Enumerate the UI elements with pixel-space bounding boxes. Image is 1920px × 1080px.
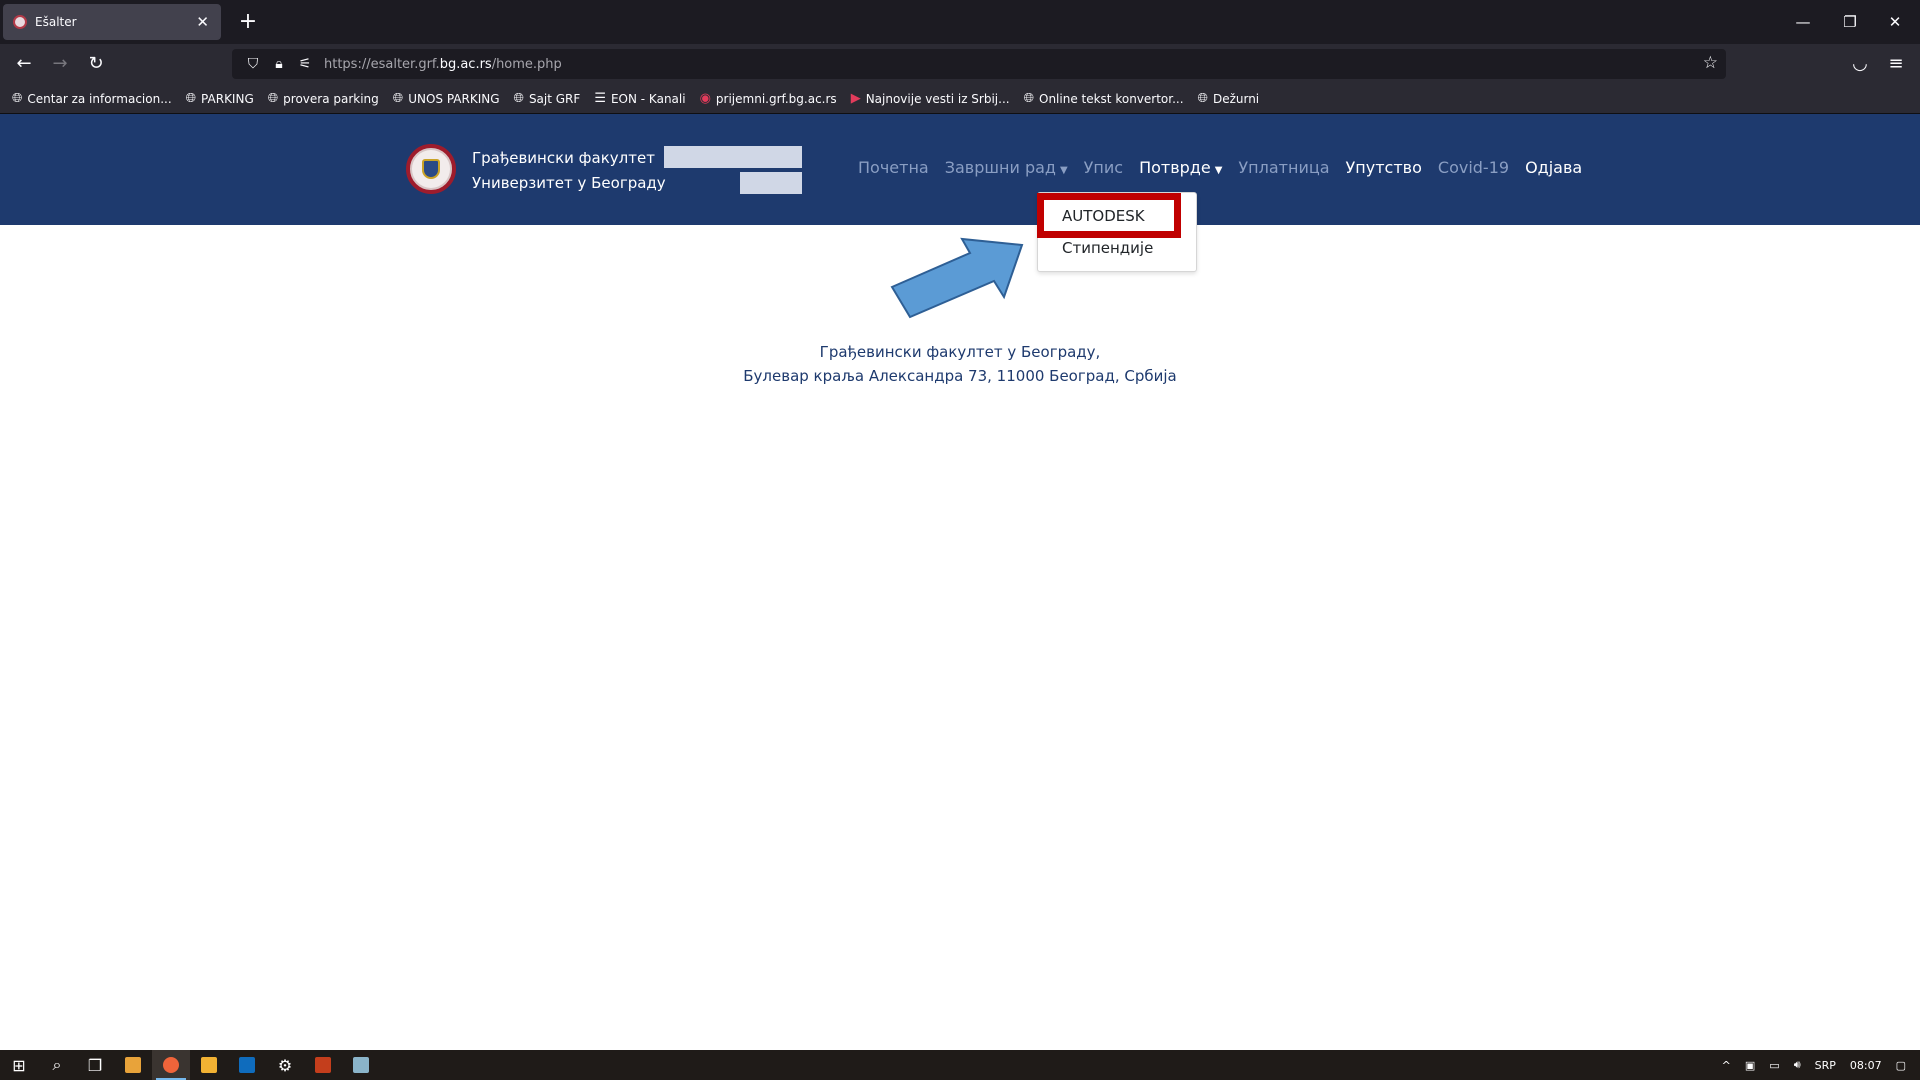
caret-down-icon: ▼: [1214, 165, 1223, 176]
menu-enrollment[interactable]: Упис: [1084, 158, 1123, 177]
firefox-icon[interactable]: [152, 1050, 190, 1080]
permissions-icon[interactable]: ⚟: [292, 56, 318, 72]
menu-payment-slip[interactable]: Уплатница: [1238, 158, 1329, 177]
globe-icon: 🌐︎: [185, 91, 197, 106]
menu-instructions[interactable]: Упутство: [1346, 158, 1422, 177]
bookmark-item[interactable]: 🌐︎ provera parking: [268, 91, 379, 106]
reload-icon[interactable]: ↻: [82, 50, 110, 78]
globe-icon: 🌐︎: [1197, 91, 1208, 106]
globe-icon: 🌐︎: [1023, 91, 1034, 106]
powerpoint-icon[interactable]: [304, 1050, 342, 1080]
faculty-favicon-icon: [13, 15, 27, 29]
window-close-icon[interactable]: ✕: [1880, 8, 1910, 36]
windows-taskbar: ⊞ ⌕ ❐ ⚙ ^ ▣ ▭ 🔊︎ SRP 08:07 ▢: [0, 1050, 1920, 1080]
forward-arrow-icon[interactable]: →: [46, 50, 74, 78]
address-line-2: Булевар краља Александра 73, 11000 Беогр…: [743, 367, 1177, 385]
menu-final-thesis[interactable]: Завршни рад ▼: [945, 158, 1068, 177]
redacted-user-id: [740, 172, 802, 194]
menu-certificates[interactable]: Потврде ▼: [1139, 158, 1222, 177]
bookmark-item[interactable]: 🌐︎ UNOS PARKING: [393, 91, 500, 106]
main-menu: Почетна Завршни рад ▼ Упис Потврде ▼ Уплат…: [858, 158, 1598, 177]
tab-title: Ešalter: [35, 15, 77, 29]
bookmark-item[interactable]: 🌐︎ Sajt GRF: [514, 91, 581, 106]
language-indicator[interactable]: SRP: [1815, 1059, 1836, 1072]
video-icon: ▶: [850, 91, 861, 106]
search-icon[interactable]: ⌕: [38, 1050, 76, 1080]
list-icon: ☰: [594, 91, 606, 106]
menu-covid[interactable]: Covid-19: [1438, 158, 1509, 177]
bookmark-item[interactable]: ▶ Najnovije vesti iz Srbij...: [851, 91, 1010, 106]
highlight-annotation-box: [1037, 193, 1181, 238]
restore-icon[interactable]: ❐: [1835, 8, 1865, 36]
faculty-address: Грађевински факултет у Београду, Булевар…: [0, 340, 1920, 388]
browser-tab[interactable]: Ešalter ✕: [3, 4, 221, 40]
media-player-icon[interactable]: [190, 1050, 228, 1080]
bookmark-item[interactable]: 🌐︎ PARKING: [186, 91, 254, 106]
globe-icon: 🌐︎: [513, 91, 524, 106]
outlook-tray-icon[interactable]: ▣: [1745, 1059, 1755, 1072]
bookmarks-toolbar: 🌐︎ Centar za informacion... 🌐︎ PARKING 🌐︎ p…: [0, 84, 1920, 114]
network-icon[interactable]: ▭: [1769, 1059, 1779, 1072]
task-view-icon[interactable]: ❐: [76, 1050, 114, 1080]
clock[interactable]: 08:07: [1850, 1059, 1882, 1072]
address-line-1: Грађевински факултет у Београду,: [819, 343, 1101, 361]
bookmark-item[interactable]: ☰ EON - Kanali: [594, 91, 685, 106]
volume-icon[interactable]: 🔊︎: [1794, 1058, 1801, 1072]
system-tray: ^ ▣ ▭ 🔊︎ SRP 08:07 ▢: [1715, 1050, 1920, 1080]
menu-home[interactable]: Почетна: [858, 158, 929, 177]
bookmark-item[interactable]: ◉ prijemni.grf.bg.ac.rs: [700, 91, 837, 106]
brand-text[interactable]: Грађевински факултет Универзитет у Беогр…: [472, 146, 666, 196]
dropdown-item-scholarships[interactable]: Стипендије: [1062, 239, 1153, 257]
settings-gear-icon[interactable]: ⚙: [266, 1050, 304, 1080]
menu-logout[interactable]: Одјава: [1525, 158, 1582, 177]
url-text[interactable]: https://esalter.grf.bg.ac.rs/home.php: [324, 57, 562, 72]
globe-icon: 🌐︎: [392, 91, 404, 106]
outlook-icon[interactable]: [228, 1050, 266, 1080]
bookmark-item[interactable]: 🌐︎ Dežurni: [1198, 91, 1260, 106]
arrow-annotation-icon: [890, 237, 1024, 319]
bookmark-item[interactable]: 🌐︎ Centar za informacion...: [12, 91, 172, 106]
pocket-icon[interactable]: ◡: [1846, 50, 1874, 78]
browser-nav-bar: ← → ↻ ⛉ 🔒︎ ⚟ https://esalter.grf.bg.ac.r…: [0, 44, 1920, 84]
chevron-up-icon[interactable]: ^: [1722, 1059, 1731, 1072]
globe-icon: 🌐︎: [12, 91, 23, 106]
brand-line-university: Универзитет у Београду: [472, 174, 666, 192]
faculty-icon: ◉: [699, 91, 711, 106]
new-tab-plus-icon[interactable]: +: [234, 8, 262, 36]
caret-down-icon: ▼: [1059, 165, 1068, 176]
star-icon[interactable]: ☆: [1703, 53, 1718, 73]
redacted-user-name: [664, 146, 802, 168]
remote-desktop-icon[interactable]: [342, 1050, 380, 1080]
back-arrow-icon[interactable]: ←: [10, 50, 38, 78]
shield-icon[interactable]: ⛉: [240, 56, 266, 72]
close-icon[interactable]: ✕: [196, 13, 209, 31]
lock-icon[interactable]: 🔒︎: [266, 56, 292, 72]
hamburger-menu-icon[interactable]: ≡: [1882, 50, 1910, 78]
browser-tab-strip: Ešalter ✕ + — ❐ ✕: [0, 0, 1920, 44]
crest-icon: [422, 159, 440, 179]
bookmark-item[interactable]: 🌐︎ Online tekst konvertor...: [1024, 91, 1184, 106]
url-bar[interactable]: ⛉ 🔒︎ ⚟ https://esalter.grf.bg.ac.rs/home…: [232, 49, 1726, 79]
windows-start-icon[interactable]: ⊞: [0, 1050, 38, 1080]
globe-icon: 🌐︎: [267, 91, 279, 106]
app-icon[interactable]: [114, 1050, 152, 1080]
notifications-icon[interactable]: ▢: [1896, 1059, 1906, 1072]
faculty-logo[interactable]: [406, 144, 456, 194]
brand-line-faculty: Грађевински факултет: [472, 149, 655, 167]
minimize-icon[interactable]: —: [1788, 8, 1818, 36]
